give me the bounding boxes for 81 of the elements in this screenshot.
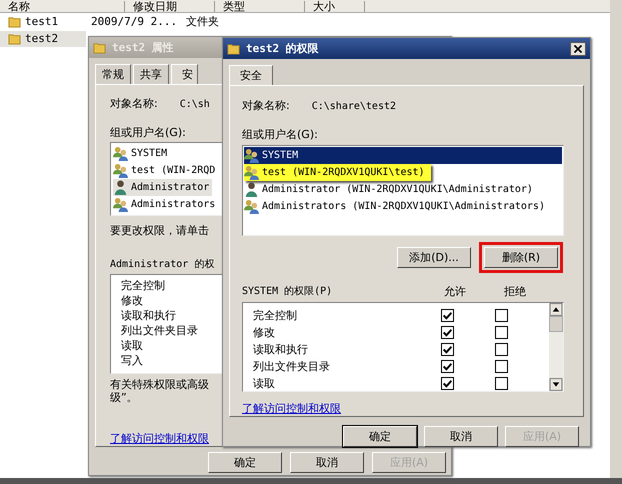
checkbox[interactable] [495, 309, 508, 322]
tab[interactable]: 常规 [95, 64, 131, 84]
user-icon [244, 182, 259, 197]
checkbox[interactable] [441, 377, 454, 390]
folder-icon [93, 41, 106, 54]
folder-icon [8, 15, 21, 28]
scroll-thumb[interactable] [549, 316, 563, 332]
dialog-button[interactable]: 取消 [424, 426, 498, 447]
object-path: C:\share\test2 [312, 100, 396, 114]
user-item[interactable]: Administrators [113, 196, 218, 213]
tab[interactable]: 安 [171, 64, 198, 84]
checkbox[interactable] [495, 343, 508, 356]
tab[interactable]: 安全 [229, 65, 273, 85]
permission-name: 修改 [253, 326, 276, 340]
dialog-button[interactable]: 确定 [343, 426, 417, 447]
help-link[interactable]: 了解访问控制和权限 [110, 432, 209, 446]
column-header[interactable]: 类型 [215, 1, 305, 12]
user-button[interactable]: 添加(D)... [397, 247, 471, 268]
users-icon [113, 197, 128, 212]
object-label: 对象名称: [110, 97, 158, 111]
scrollbar[interactable] [549, 303, 563, 391]
file-item[interactable]: test2 [0, 30, 86, 46]
users-icon [244, 148, 259, 163]
user-item[interactable]: SYSTEM [113, 145, 170, 162]
users-icon [244, 199, 259, 214]
user-item[interactable]: test (WIN-2RQDXV1QUKI\test) [244, 164, 431, 181]
help-link[interactable]: 了解访问控制和权限 [242, 402, 341, 416]
permission-name: 读取 [121, 338, 143, 353]
permissions-label: Administrator 的权 [110, 258, 214, 272]
column-header[interactable]: 名称 [0, 1, 125, 12]
dialog-button[interactable]: 取消 [290, 452, 364, 473]
checkbox[interactable] [441, 326, 454, 339]
users-icon [113, 146, 128, 161]
checkbox[interactable] [441, 309, 454, 322]
column-header: 拒绝 [504, 285, 527, 299]
permission-name: 读取和执行 [121, 308, 176, 323]
column-header: 允许 [444, 285, 467, 299]
note-text: 有关特殊权限或高级 [110, 378, 209, 391]
folder-icon [8, 32, 21, 45]
checkbox[interactable] [495, 360, 508, 373]
type-cell-text: 文件夹 [185, 14, 220, 28]
column-header[interactable]: 修改日期 [125, 1, 215, 12]
scroll-down-icon[interactable] [549, 378, 563, 391]
users-icon [244, 165, 259, 180]
permission-name: 完全控制 [121, 278, 165, 293]
users-icon [113, 163, 128, 178]
user-item[interactable]: test (WIN-2RQD [113, 162, 218, 179]
object-label: 对象名称: [242, 99, 290, 113]
hint-text: 要更改权限，请单击 [110, 224, 209, 238]
date-cell-text: 2009/7/9 2... [90, 14, 178, 28]
window-title: test2 属性 [112, 40, 174, 54]
user-button[interactable]: 删除(R) [484, 247, 558, 268]
permission-name: 写入 [121, 353, 143, 368]
folder-icon [227, 42, 240, 55]
group-label: 组或用户名(G): [110, 126, 186, 140]
file-item[interactable]: test1 [0, 14, 86, 30]
window-title: test2 的权限 [246, 42, 319, 56]
column-header[interactable]: 大小 [305, 1, 365, 12]
permission-name: 读取 [253, 376, 276, 390]
checkbox[interactable] [441, 343, 454, 356]
user-item[interactable]: Administrator (WIN-2RQDXV1QUKI\Administrator) [244, 181, 536, 198]
group-label: 组或用户名(G): [242, 128, 318, 142]
permission-name: 列出文件夹目录 [121, 323, 198, 338]
checkbox[interactable] [495, 377, 508, 390]
dialog-button[interactable]: 确定 [208, 452, 282, 473]
scroll-up-icon[interactable] [549, 303, 563, 316]
permission-name: 读取和执行 [253, 342, 309, 356]
tab[interactable]: 共享 [133, 64, 169, 84]
user-icon [113, 180, 128, 195]
close-icon[interactable] [570, 42, 586, 56]
user-item[interactable]: SYSTEM [244, 147, 562, 164]
object-path: C:\sh [180, 98, 210, 112]
permission-name: 列出文件夹目录 [253, 360, 331, 374]
note-text: 级”。 [110, 391, 138, 404]
permission-name: 修改 [121, 293, 143, 308]
checkbox[interactable] [495, 326, 508, 339]
checkbox[interactable] [441, 360, 454, 373]
permissions-label: SYSTEM 的权限(P) [242, 285, 334, 299]
user-item[interactable]: Administrators (WIN-2RQDXV1QUKI\Administrators) [244, 198, 548, 215]
permission-name: 完全控制 [253, 308, 298, 322]
user-item[interactable]: Administrator [113, 179, 212, 196]
